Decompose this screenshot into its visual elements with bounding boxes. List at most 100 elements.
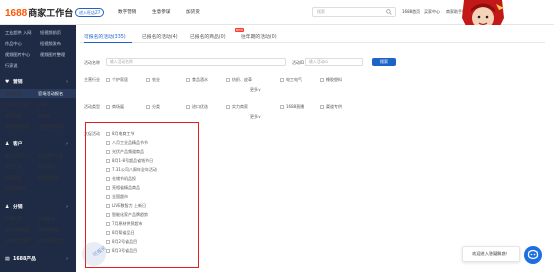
sidebar-item-label: 新增营销投放 [5,124,31,129]
industry-option[interactable]: 个护家居 [106,77,128,83]
sidebar-item-label: PLUS会员价 [5,102,28,107]
activity-name-label: 活动名称 [84,60,100,65]
sidebar-item-customer-ops[interactable]: 客户运营中心 会员客户运营 [0,151,76,160]
logo-brand: 1688 [5,8,28,19]
industry-option[interactable]: 橡胶塑料 [320,77,342,83]
sidebar-item-product-mgmt[interactable]: 分销商品管理 我的分销商品 [0,236,76,245]
sidebar-item-label: 行家说 [5,63,18,68]
section-label: 营销 [13,80,23,85]
entry-shop-button[interactable]: 进入旺店Z7 [75,8,105,17]
sidebar-item-label: 优惠管理 [5,113,22,118]
sidebar-section-customer[interactable]: ♟ 客户 › [0,140,76,149]
logo-text: 商家工作台 [28,8,74,18]
activity-id-label: 活动ID [292,60,305,65]
link-1688-home[interactable]: 1688首页 [402,9,420,15]
chevron-right-icon: › [66,80,68,85]
sidebar-item-label[interactable]: 分销管理 [38,214,55,223]
sidebar-item-label[interactable]: 短视频前页 [40,28,61,37]
sidebar-section-marketing[interactable]: ♥ 营销 › [0,78,76,87]
industry-label: 主营行业 [84,77,100,82]
tab-past-activities[interactable]: 往年期的活动(0) [241,33,277,40]
activity-type-option[interactable]: 分类 [146,104,160,110]
sidebar-item-marketing-home[interactable]: 营销首页 官场活动报名 [0,89,76,98]
search-placeholder: 搜索 [317,9,325,14]
top-bar: 1688商家工作台 进入旺店Z7 数字营销 生意参谋 加货货 搜索 1688首页… [0,0,554,30]
sidebar-item-selection[interactable]: 搭建精选 收藏夹管理 [0,173,76,182]
activity-type-option[interactable]: 商场展 [106,104,124,110]
sidebar-item-label[interactable]: 会员客户运营 [38,151,63,160]
activity-type-more-toggle[interactable]: 更多∨ [250,114,261,120]
sidebar-item-label[interactable]: 视频图片整理 [40,50,65,59]
industry-option[interactable]: 农业 [146,77,160,83]
sidebar-item-label[interactable]: 我的分销商品 [38,236,63,245]
new-badge: NEW [235,28,245,32]
sidebar-item-label[interactable]: 新建定 [38,111,51,120]
sidebar-item-label[interactable]: 短视频发布 [40,39,61,48]
nav-digital-marketing[interactable]: 数字营销 [118,9,136,15]
box-icon: ▤ [5,257,10,262]
sidebar-item-label[interactable]: 会员管理 [38,162,55,171]
industry-option[interactable]: 纺织、皮革 [226,77,252,83]
sidebar-item-label: 搭建精选 [5,175,22,180]
sidebar-item-promotion[interactable]: 宣传业务 会员管理 [0,162,76,171]
sidebar-item-coupon[interactable]: 优惠管理 新建定 [0,111,76,120]
activity-name-placeholder: 输入活动名称 [110,59,133,64]
activity-id-input[interactable]: 输入活动ID [305,58,363,66]
user-icon: ♟ [5,142,10,147]
logo[interactable]: 1688商家工作台 [5,6,73,19]
sidebar-item-label[interactable]: 分销 [38,100,46,109]
sidebar-item-activity-signup[interactable]: 官场活动报名 [38,89,63,98]
sidebar-section-product[interactable]: ▤ 1688产品 › [0,255,76,264]
activity-type-option[interactable]: 实力商家 [226,104,248,110]
tab-signed-activities[interactable]: 已报名的活动(4) [142,33,178,40]
help-chat-button[interactable] [524,246,542,264]
sidebar-section-distribution[interactable]: ♟ 分销 › [0,203,76,212]
section-label: 客户 [13,142,23,147]
nav-business-advisor[interactable]: 生意参谋 [152,9,170,15]
tab-available-activities[interactable]: 可报名的活动(335) [84,33,126,40]
sidebar-item-label: 工业超供 入网 [5,30,32,35]
chevron-right-icon: › [66,142,68,147]
help-popup-text: 欢迎进入答疑解惑！ [472,251,510,256]
sidebar-item-label: 宣传业务 [5,164,22,169]
tab-signed-products[interactable]: 已报名的商品(0) [190,33,226,40]
industry-option[interactable]: 电工电气 [280,77,302,83]
section-label: 分销 [13,205,23,210]
help-popup[interactable]: 欢迎进入答疑解惑！ [462,246,520,262]
industry-more-toggle[interactable]: 更多∨ [250,87,261,93]
activity-type-option[interactable]: 渠道专供 [320,104,342,110]
link-buyer-center[interactable]: 买家中心 [424,9,440,15]
sidebar-item-plus[interactable]: PLUS会员价 分销 [0,100,76,109]
sidebar-item-recruit[interactable]: 招募大厦 分销管理 [0,214,76,223]
sidebar-item-industry[interactable]: 工业超供 入网 短视频前页 [0,28,76,37]
sidebar-item-label: 作品中心 [5,41,22,46]
sidebar-item-label: 我的分销商品 [5,227,31,232]
activity-type-option[interactable]: 1688直播 [280,104,304,110]
sidebar-item-label[interactable]: 收藏夹管理 [38,173,59,182]
nav-goods[interactable]: 加货货 [186,9,200,15]
sidebar-item-label[interactable]: 分销商管理 [38,225,59,234]
sidebar-item-works[interactable]: 作品中心 短视频发布 [0,39,76,48]
activity-name-input[interactable]: 输入活动名称 [106,58,286,66]
search-button[interactable]: 搜索 [372,58,396,66]
sidebar-item-experts[interactable]: 行家说 [0,61,76,70]
activity-type-option[interactable]: 进口优选 [186,104,208,110]
user-icon: ♟ [5,205,10,210]
sidebar-item-media[interactable]: 视频图片中心 视频图片整理 [0,50,76,59]
chat-icon [527,249,539,260]
global-search-input[interactable]: 搜索 [312,7,396,17]
tabs-divider [80,42,545,43]
sidebar-item-label[interactable]: 主题营销管理 [38,122,63,131]
sidebar-item-label: 客户运营中心 [5,153,31,158]
sidebar-item-label: 营销首页 [5,91,22,96]
sidebar-item-my-products[interactable]: 我的分销商品 分销商管理 [0,225,76,234]
industry-option[interactable]: 食品酒水 [186,77,208,83]
search-icon[interactable] [386,9,392,18]
sidebar-item-joint[interactable]: 运营联营客 [0,184,76,193]
sidebar-item-promo[interactable]: 新增营销投放 主题营销管理 [0,122,76,131]
activity-type-label: 活动类型 [84,104,100,109]
heart-icon: ♥ [5,80,10,85]
sidebar-item-label: 招募大厦 [5,216,22,221]
section-label: 1688产品 [13,257,36,262]
sidebar-item-label: 分销商品管理 [5,238,31,243]
